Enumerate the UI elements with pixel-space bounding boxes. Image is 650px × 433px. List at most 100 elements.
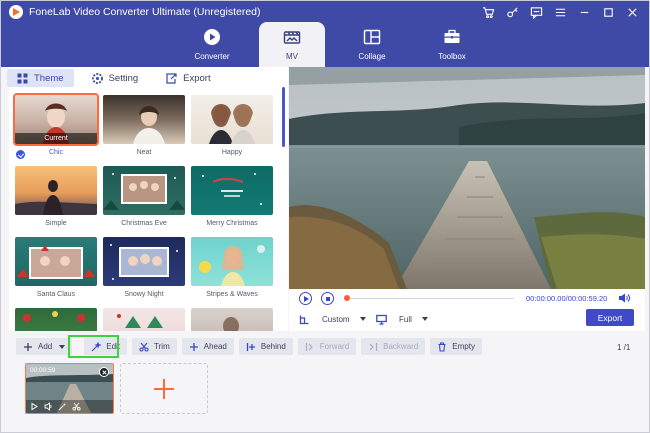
play-button[interactable] — [299, 292, 312, 305]
volume-icon[interactable] — [44, 402, 53, 411]
add-clip-button[interactable] — [120, 363, 208, 414]
theme-card[interactable] — [103, 308, 185, 331]
add-button[interactable]: Add — [16, 338, 73, 355]
behind-button[interactable]: Behind — [238, 338, 293, 355]
cart-icon[interactable] — [481, 5, 495, 19]
theme-label: Happy — [221, 149, 243, 156]
theme-thumbnail — [103, 237, 185, 286]
maximize-icon[interactable] — [601, 5, 615, 19]
tab-label: Toolbox — [438, 52, 466, 61]
plus-icon — [24, 342, 32, 351]
page-counter: 1 /1 — [617, 343, 631, 352]
mv-subtabs: Theme Setting Export — [7, 69, 229, 87]
toolbox-icon — [444, 29, 460, 43]
tab-converter[interactable]: Converter — [179, 22, 245, 67]
time-readout: 00:00:00.00/00:00:59.20 — [526, 294, 608, 303]
trim-button[interactable]: Trim — [132, 338, 177, 355]
empty-label: Empty — [452, 342, 475, 351]
stop-button[interactable] — [321, 292, 334, 305]
theme-label: Simple — [45, 220, 67, 227]
aspect-ratio-select[interactable]: Custom — [299, 313, 366, 325]
subtab-theme[interactable]: Theme — [7, 69, 74, 87]
tab-collage[interactable]: Collage — [339, 22, 405, 67]
theme-card-happy[interactable]: Happy — [191, 95, 273, 156]
theme-card-christmas-eve[interactable]: Christmas Eve — [103, 166, 185, 227]
theme-thumbnail — [15, 237, 97, 286]
trim-label: Trim — [154, 342, 170, 351]
theme-label: Christmas Eve — [121, 220, 167, 227]
app-window: FoneLab Video Converter Ultimate (Unregi… — [0, 0, 650, 433]
aspect-ratio-icon — [299, 315, 309, 324]
converter-icon — [204, 29, 220, 45]
view-mode-select[interactable]: Full — [376, 313, 428, 325]
empty-button[interactable]: Empty — [430, 338, 482, 355]
theme-card-santa-claus[interactable]: Santa Claus — [15, 237, 97, 298]
theme-card-simple[interactable]: Simple — [15, 166, 97, 227]
theme-thumbnail — [15, 166, 97, 215]
progress-track[interactable] — [344, 298, 514, 299]
magic-wand-icon[interactable] — [58, 402, 67, 411]
progress-handle[interactable] — [344, 295, 350, 301]
play-icon[interactable] — [30, 402, 39, 411]
theme-card-snowy-night[interactable]: Snowy Night — [103, 237, 185, 298]
subtab-setting[interactable]: Setting — [82, 69, 149, 87]
tab-label: MV — [286, 52, 298, 61]
theme-label: Stripes & Waves — [206, 291, 258, 298]
edit-button-highlight — [68, 335, 119, 358]
app-title: FoneLab Video Converter Ultimate (Unregi… — [29, 6, 261, 18]
mv-icon — [283, 31, 301, 44]
chat-icon[interactable] — [529, 5, 543, 19]
app-header: FoneLab Video Converter Ultimate (Unregi… — [1, 1, 649, 67]
theme-thumbnail — [103, 308, 185, 331]
main-nav: Converter MV Collage Toolbox — [179, 22, 499, 67]
tab-label: Collage — [358, 52, 386, 61]
menu-icon[interactable] — [553, 5, 567, 19]
theme-scrollbar[interactable] — [282, 87, 285, 147]
theme-thumbnail — [103, 166, 185, 215]
tab-label: Converter — [194, 52, 230, 61]
theme-thumbnail — [191, 95, 273, 144]
scissors-icon[interactable] — [72, 402, 81, 411]
scissors-icon — [139, 342, 149, 352]
backward-button[interactable]: Backward — [361, 338, 426, 355]
forward-label: Forward — [319, 342, 350, 351]
tab-mv[interactable]: MV — [259, 22, 325, 67]
clip-duration: 00:00:59 — [30, 367, 56, 374]
subtab-label: Theme — [34, 72, 64, 84]
export-button[interactable]: Export — [586, 309, 634, 326]
theme-label: Neat — [136, 149, 152, 156]
clip-remove-icon[interactable] — [99, 367, 109, 377]
theme-card-stripes-waves[interactable]: Stripes & Waves — [191, 237, 273, 298]
theme-thumbnail — [191, 237, 273, 286]
theme-thumbnail: Current — [13, 93, 99, 146]
theme-label: Snowy Night — [124, 291, 164, 298]
insert-behind-icon — [246, 342, 255, 351]
theme-card-chic[interactable]: Current Chic — [13, 93, 99, 159]
chevron-down-icon — [59, 344, 66, 349]
plus-icon — [189, 342, 198, 351]
tab-toolbox[interactable]: Toolbox — [419, 22, 485, 67]
current-badge: Current — [15, 133, 97, 144]
volume-icon[interactable] — [618, 293, 630, 303]
subtab-export[interactable]: Export — [156, 69, 220, 87]
minimize-icon[interactable] — [577, 5, 591, 19]
theme-card-neat[interactable]: Neat — [103, 95, 185, 156]
key-icon[interactable] — [505, 5, 519, 19]
clip-thumbnail[interactable]: 00:00:59 — [25, 363, 114, 414]
ahead-button[interactable]: Ahead — [181, 338, 234, 355]
chevron-down-icon — [359, 317, 366, 321]
theme-thumbnail — [191, 308, 273, 331]
theme-card[interactable] — [15, 308, 97, 331]
theme-card[interactable] — [191, 308, 273, 331]
chevron-down-icon — [421, 317, 428, 321]
video-preview — [289, 67, 645, 289]
close-icon[interactable] — [625, 5, 639, 19]
ahead-label: Ahead — [203, 342, 227, 351]
monitor-icon — [376, 314, 387, 325]
trash-icon — [438, 341, 446, 352]
theme-grid: Current Chic Neat Happy Simple Christmas… — [13, 93, 275, 331]
forward-icon — [305, 342, 313, 351]
theme-card-merry-christmas[interactable]: Merry Christmas — [191, 166, 273, 227]
forward-button[interactable]: Forward — [297, 338, 357, 355]
behind-label: Behind — [260, 342, 286, 351]
